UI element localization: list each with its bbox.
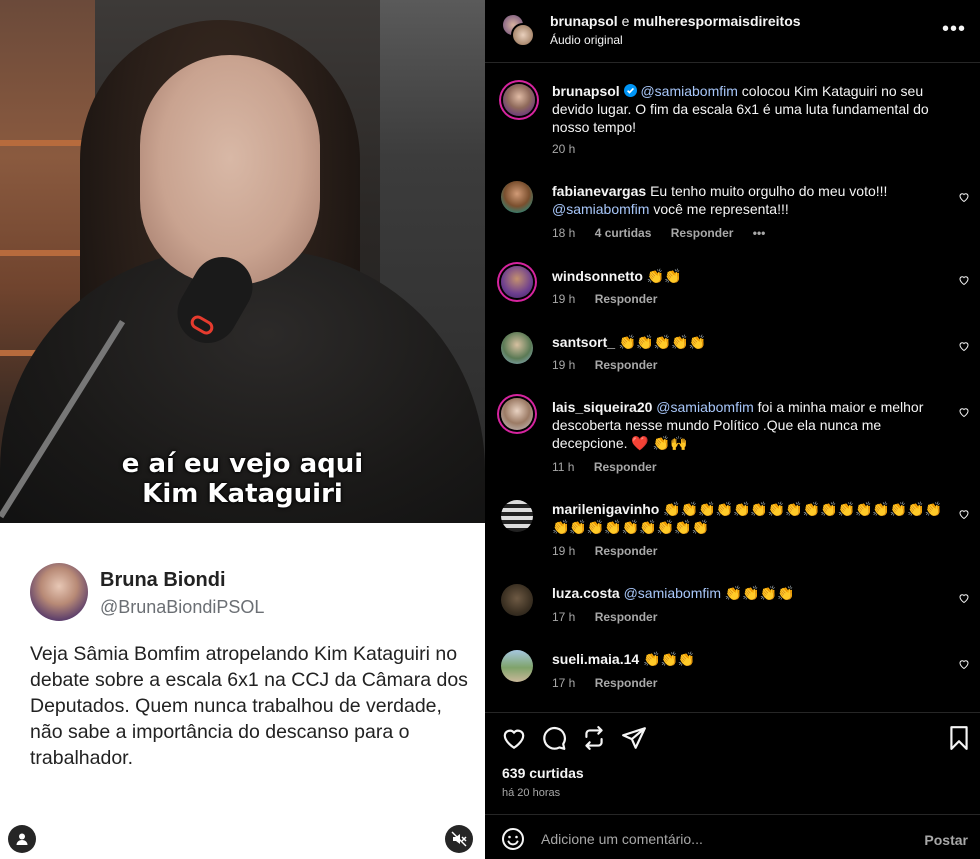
comment-text: marilenigavinho 👏👏👏👏👏👏👏👏👏👏👏👏👏👏👏👏👏👏👏👏👏👏👏👏… [552,501,943,535]
reply-button[interactable]: Responder [595,676,658,690]
bookmark-icon[interactable] [946,725,972,751]
tweet-text: Veja Sâmia Bomfim atropelando Kim Katagu… [30,643,468,769]
heart-icon[interactable] [958,592,970,604]
comment-text: fabianevargas Eu tenho muito orgulho do … [552,183,888,217]
reply-button[interactable]: Responder [594,460,657,474]
heart-icon[interactable] [958,340,970,352]
reply-button[interactable]: Responder [595,544,658,558]
video-caption-line-1: e aí eu vejo aqui [121,449,364,479]
video-caption-line-2: Kim Kataguiri [142,479,343,509]
heart-icon[interactable] [958,508,970,520]
reply-button[interactable]: Responder [595,292,658,306]
tweet-author-handle: @BrunaBiondiPSOL [100,597,265,617]
repost-icon[interactable] [581,725,607,751]
caption-username[interactable]: brunapsol [552,83,620,99]
video-frame[interactable]: e aí eu vejo aqui Kim Kataguiri [0,0,485,523]
comment-meta: 19 h Responder [552,358,658,372]
comment-username[interactable]: marilenigavinho [552,501,659,517]
header-title: brunapsol e mulherespormaisdireitos [550,13,801,29]
likes-count[interactable]: 639 curtidas [502,765,584,781]
heart-icon[interactable] [958,191,970,203]
tweet-avatar [30,563,88,621]
caption-mention[interactable]: @samiabomfim [640,83,737,99]
comment-mention[interactable]: @samiabomfim [656,399,753,415]
comment-username[interactable]: sueli.maia.14 [552,651,639,667]
muted-speaker-icon[interactable] [445,825,473,853]
comment-mention[interactable]: @samiabomfim [552,201,649,217]
send-icon[interactable] [621,725,647,751]
avatar[interactable] [501,332,533,364]
comment-input[interactable] [541,827,901,851]
comment-mention[interactable]: @samiabomfim [624,585,721,601]
post-header: brunapsol e mulherespormaisdireitos Áudi… [485,0,980,63]
comment-username[interactable]: luza.costa [552,585,620,601]
comment-username[interactable]: fabianevargas [552,183,646,199]
comment-meta: 17 h Responder [552,676,658,690]
header-user-1[interactable]: brunapsol [550,13,618,29]
avatar[interactable] [503,84,535,116]
header-user-2[interactable]: mulherespormaisdireitos [633,13,800,29]
avatar[interactable] [501,650,533,682]
comment-likes[interactable]: 4 curtidas [595,226,652,240]
post-timestamp[interactable]: há 20 horas [502,787,560,799]
header-avatars[interactable] [501,13,535,47]
more-options-icon[interactable]: ••• [942,18,966,41]
tweet-author-name: Bruna Biondi [100,569,226,591]
comment-username[interactable]: windsonnetto [552,268,643,284]
reply-button[interactable]: Responder [595,610,658,624]
avatar[interactable] [501,500,533,532]
comment-text: lais_siqueira20 @samiabomfim foi a minha… [552,399,924,451]
avatar[interactable] [501,266,533,298]
comment-text: windsonnetto 👏👏 [552,268,682,284]
verified-badge-icon [623,84,637,97]
post-actions: 639 curtidas há 20 horas [485,712,980,812]
comment-username[interactable]: santsort_ [552,334,615,350]
heart-icon[interactable] [501,725,527,751]
comment-meta: 11 h Responder [552,460,657,474]
comment-composer: Postar [485,814,980,859]
speaker-face [140,55,320,285]
post-button[interactable]: Postar [924,832,968,848]
reply-button[interactable]: Responder [595,358,658,372]
comment-username[interactable]: lais_siqueira20 [552,399,652,415]
avatar [511,23,535,47]
avatar[interactable] [501,584,533,616]
post-media[interactable]: e aí eu vejo aqui Kim Kataguiri Bruna Bi… [0,0,485,859]
audio-label[interactable]: Áudio original [550,33,623,47]
avatar[interactable] [501,181,533,213]
header-connector: e [621,13,630,29]
tweet-card: Bruna Biondi @BrunaBiondiPSOL Veja Sâmia… [0,523,485,859]
user-tag-icon[interactable] [8,825,36,853]
comment-meta: 19 h Responder [552,544,658,558]
comment-text: sueli.maia.14 👏👏👏 [552,651,696,667]
caption-time: 20 h [552,142,576,156]
comment-more-button[interactable]: ••• [753,226,766,240]
post-side-panel: brunapsol e mulherespormaisdireitos Áudi… [485,0,980,859]
emoji-icon[interactable] [501,827,525,851]
comment-text: santsort_ 👏👏👏👏👏 [552,334,707,350]
heart-icon[interactable] [958,658,970,670]
comment-icon[interactable] [541,725,567,751]
comment-text: luza.costa @samiabomfim 👏👏👏👏 [552,585,795,601]
caption-text: brunapsol @samiabomfim colocou Kim Katag… [552,82,947,136]
comment-meta: 18 h 4 curtidas Responder ••• [552,226,766,240]
reply-button[interactable]: Responder [671,226,734,240]
avatar[interactable] [501,398,533,430]
comment-meta: 19 h Responder [552,292,658,306]
comment-meta: 17 h Responder [552,610,658,624]
heart-icon[interactable] [958,274,970,286]
heart-icon[interactable] [958,406,970,418]
